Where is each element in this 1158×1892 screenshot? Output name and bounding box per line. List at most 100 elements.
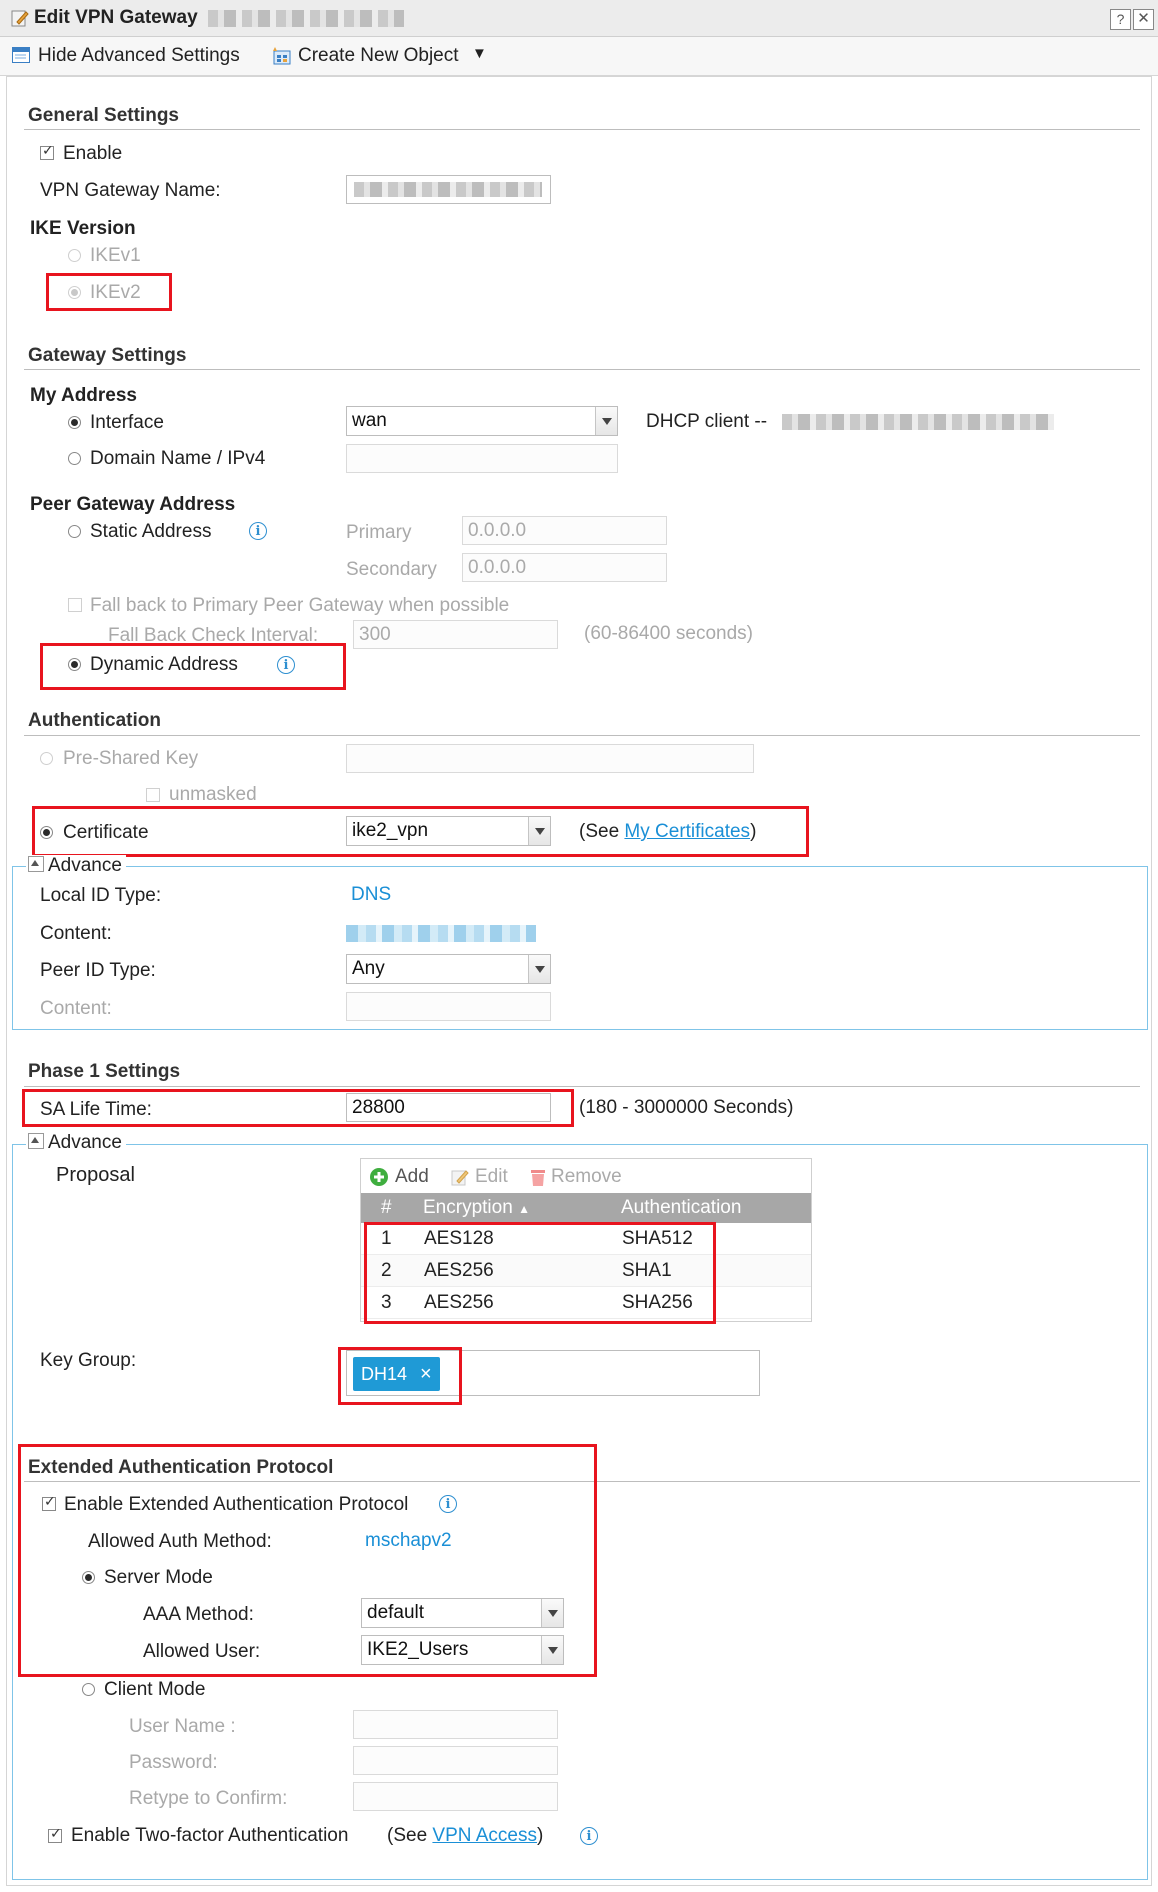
chevron-down-icon [541,1636,563,1664]
fallback-range-hint: (60-86400 seconds) [584,623,753,644]
window-title: Edit VPN Gateway [34,7,198,28]
domain-name-input[interactable] [346,444,618,473]
sa-life-time-input[interactable]: 28800 [346,1093,551,1122]
collapse-icon [28,1133,44,1149]
interface-label: Interface [90,412,164,433]
ikev1-radio[interactable] [68,249,81,262]
domain-name-radio[interactable] [68,452,81,465]
client-mode-label: Client Mode [104,1679,206,1700]
client-mode-radio[interactable] [82,1683,95,1696]
server-mode-radio[interactable] [82,1571,95,1584]
settings-window-icon [12,47,30,63]
certificate-select[interactable]: ike2_vpn [346,816,551,846]
table-row[interactable]: 3 AES256 SHA256 [361,1287,811,1319]
phase1-heading: Phase 1 Settings [28,1061,181,1082]
content2-label: Content: [40,998,112,1019]
my-address-heading: My Address [30,385,137,406]
domain-name-label: Domain Name / IPv4 [90,448,266,469]
key-group-tag[interactable]: DH14 × [353,1357,440,1391]
vpn-access-link[interactable]: VPN Access [432,1825,537,1846]
ikev2-radio[interactable] [68,286,81,299]
info-icon[interactable]: i [580,1827,598,1845]
peer-content-input[interactable] [346,992,551,1021]
divider [24,1481,1140,1482]
chevron-down-icon [528,955,550,983]
enable-checkbox[interactable] [40,143,54,160]
proposal-table: Add Edit Remove # Encryption ▲ Authentic… [360,1158,812,1322]
static-address-radio[interactable] [68,525,81,538]
ikev2-label: IKEv2 [90,282,141,303]
phase1-advance-toggle[interactable]: Advance [26,1132,126,1154]
secondary-input[interactable]: 0.0.0.0 [462,553,667,582]
sort-ascending-icon: ▲ [518,1202,530,1216]
secondary-label: Secondary [346,559,437,580]
fallback-interval-input[interactable]: 300 [353,620,558,649]
tag-remove-icon[interactable]: × [420,1363,432,1385]
collapse-icon [28,856,44,872]
peer-gateway-heading: Peer Gateway Address [30,494,236,515]
gateway-name-redacted [208,10,404,27]
ike-version-heading: IKE Version [30,218,136,239]
authentication-heading: Authentication [28,710,161,731]
help-icon[interactable]: ? [1110,9,1131,30]
auth-advance-toggle[interactable]: Advance [26,855,126,877]
close-icon[interactable]: ✕ [1133,9,1154,30]
enable-label: Enable [63,143,123,164]
unmasked-checkbox[interactable] [146,788,160,802]
info-icon[interactable]: i [249,522,267,540]
primary-input[interactable]: 0.0.0.0 [462,516,667,545]
fallback-checkbox[interactable] [68,598,82,612]
info-icon[interactable]: i [277,656,295,674]
dhcp-client-label: DHCP client -- [646,411,768,432]
table-row[interactable]: 1 AES128 SHA512 [361,1223,811,1255]
fallback-interval-label: Fall Back Check Interval: [108,625,319,646]
local-id-type-value: DNS [351,884,392,905]
pencil-icon [451,1170,469,1186]
gateway-name-label: VPN Gateway Name: [40,180,221,201]
trash-icon [531,1170,545,1186]
toolbar: Hide Advanced Settings Create New Object… [0,37,1158,76]
proposal-label: Proposal [56,1164,135,1186]
proposal-table-header: # Encryption ▲ Authentication [361,1193,811,1223]
create-object-icon [273,47,291,65]
peer-id-type-select[interactable]: Any [346,954,551,984]
two-factor-checkbox[interactable] [48,1826,62,1843]
aaa-method-select[interactable]: default [361,1598,564,1628]
pre-shared-key-label: Pre-Shared Key [63,748,199,769]
gateway-settings-heading: Gateway Settings [28,345,187,366]
retype-input[interactable] [353,1782,558,1811]
static-address-label: Static Address [90,521,212,542]
pre-shared-key-input[interactable] [346,744,754,773]
enable-xauth-checkbox[interactable] [42,1494,56,1511]
divider [24,129,1140,130]
chevron-down-icon [595,407,617,435]
fallback-label: Fall back to Primary Peer Gateway when p… [90,595,510,616]
retype-label: Retype to Confirm: [129,1788,288,1809]
dynamic-address-label: Dynamic Address [90,654,238,675]
dynamic-address-radio[interactable] [68,658,81,671]
interface-radio[interactable] [68,416,81,429]
dhcp-address-redacted [782,414,1054,430]
table-row[interactable]: 2 AES256 SHA1 [361,1255,811,1287]
column-authentication: Authentication [621,1197,742,1218]
general-settings-heading: General Settings [28,105,179,126]
user-name-input[interactable] [353,1710,558,1739]
column-encryption[interactable]: Encryption ▲ [423,1197,530,1219]
xauth-heading: Extended Authentication Protocol [28,1457,334,1478]
sa-life-time-label: SA Life Time: [40,1099,152,1120]
password-input[interactable] [353,1746,558,1775]
add-icon [370,1168,388,1186]
ikev1-label: IKEv1 [90,245,141,266]
certificate-radio[interactable] [40,826,53,839]
my-certificates-link[interactable]: My Certificates [624,821,750,842]
auth-advance-fieldset [12,866,1148,1030]
certificate-label: Certificate [63,822,149,843]
allowed-user-select[interactable]: IKE2_Users [361,1635,564,1665]
interface-select[interactable]: wan [346,406,618,436]
info-icon[interactable]: i [439,1495,457,1513]
pre-shared-key-radio[interactable] [40,752,53,765]
chevron-down-icon: ▼ [472,45,487,62]
gateway-name-input[interactable] [346,175,551,204]
user-name-label: User Name : [129,1716,236,1737]
key-group-input[interactable]: DH14 × [346,1350,760,1396]
